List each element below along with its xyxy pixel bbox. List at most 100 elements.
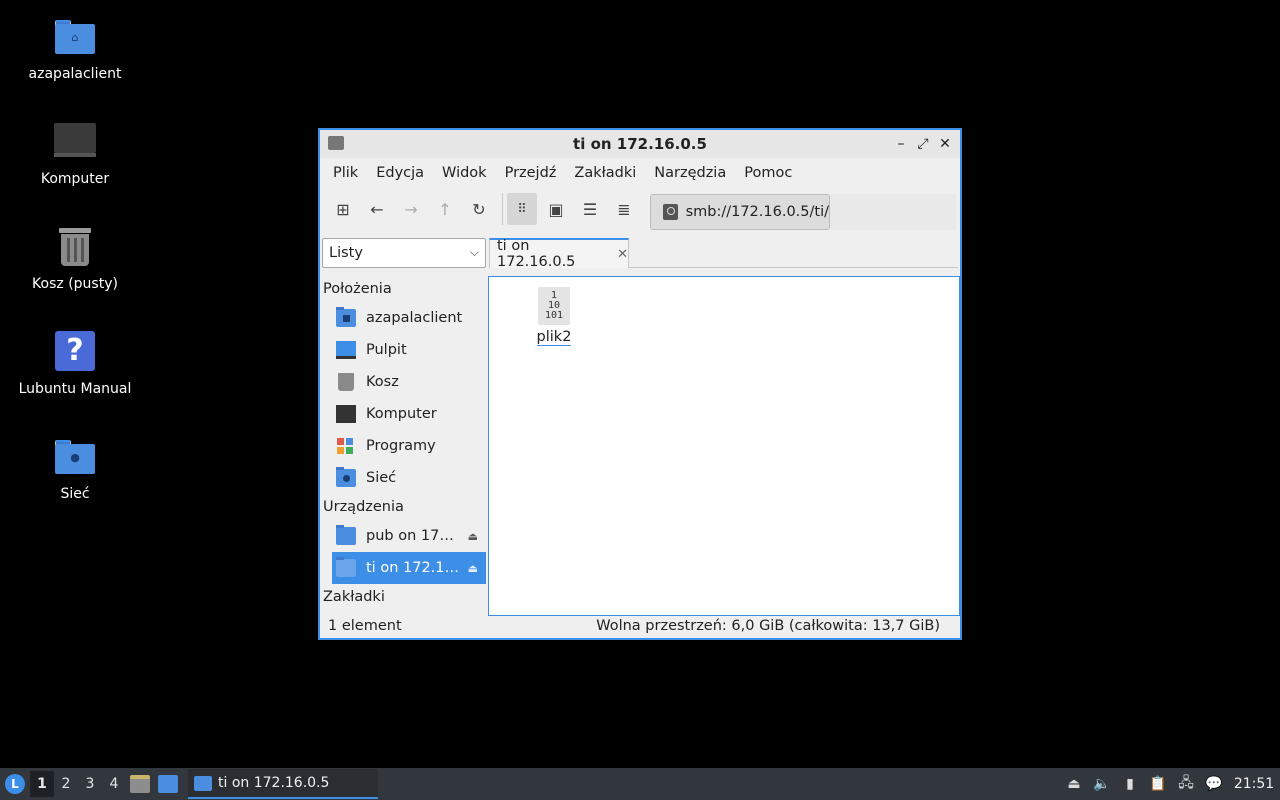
menu-bar: Plik Edycja Widok Przejdź Zakładki Narzę…: [320, 158, 960, 188]
desktop-icon-label: azapalaclient: [28, 66, 122, 82]
detail-view-icon[interactable]: ≣: [609, 193, 639, 225]
sidebar-item-applications[interactable]: Programy: [322, 430, 486, 462]
applications-icon: [336, 437, 356, 455]
tab-label: ti on 172.16.0.5: [497, 238, 576, 270]
menu-go[interactable]: Przejdź: [496, 165, 566, 181]
menu-bookmarks[interactable]: Zakładki: [565, 165, 645, 181]
desktop-icon-label: Lubuntu Manual: [18, 381, 132, 397]
taskbar: L 1 2 3 4 ti on 172.16.0.5 ⏏ 🔈 ▮ 📋 🖧 💬 2…: [0, 768, 1280, 800]
maximize-icon[interactable]: ⤢: [914, 134, 932, 154]
network-folder-icon: ●: [53, 436, 97, 480]
file-view[interactable]: 1 10 101 plik2: [488, 276, 960, 616]
clipboard-icon[interactable]: 📋: [1144, 770, 1172, 798]
sidebar-item-label: Komputer: [366, 406, 437, 422]
binary-file-icon: 1 10 101: [538, 287, 570, 325]
menu-tools[interactable]: Narzędzia: [645, 165, 735, 181]
notification-icon[interactable]: 💬: [1200, 770, 1228, 798]
network-share-icon: [663, 204, 678, 220]
show-desktop-launcher[interactable]: [154, 770, 182, 798]
menu-file[interactable]: Plik: [324, 165, 367, 181]
side-pane-mode-select[interactable]: Listy ⌵: [322, 238, 486, 268]
new-tab-icon[interactable]: ⊞: [328, 193, 358, 225]
desktop-icon-manual[interactable]: ? Lubuntu Manual: [0, 331, 150, 397]
desktop-icon-network[interactable]: ● Sieć: [0, 436, 150, 502]
computer-icon: [336, 405, 356, 423]
toolbar: ⊞ ← → ↑ ↻ ⠿ ▣ ☰ ≣ smb://172.16.0.5/ti/: [320, 188, 960, 230]
toolbar-separator: [502, 193, 503, 225]
sidebar-item-label: Pulpit: [366, 342, 407, 358]
reload-icon[interactable]: ↻: [464, 193, 494, 225]
menu-help[interactable]: Pomoc: [735, 165, 801, 181]
up-icon[interactable]: ↑: [430, 193, 460, 225]
desktop-icon-computer[interactable]: Komputer: [0, 121, 150, 187]
taskbar-window-label: ti on 172.16.0.5: [218, 775, 330, 791]
compact-view-icon[interactable]: ☰: [575, 193, 605, 225]
desktop-icon-home[interactable]: ⌂ azapalaclient: [0, 16, 150, 82]
file-manager-icon: [130, 775, 150, 793]
sidebar-item-label: azapalaclient: [366, 310, 463, 326]
network-share-icon: [336, 557, 356, 577]
close-icon[interactable]: ✕: [936, 134, 954, 154]
tab-divider: [629, 267, 958, 268]
eject-icon[interactable]: ⏏: [468, 562, 478, 575]
home-folder-icon: [336, 307, 356, 327]
status-bar: 1 element Wolna przestrzeń: 6,0 GiB (cał…: [320, 614, 960, 638]
forward-icon[interactable]: →: [396, 193, 426, 225]
sidebar-item-label: Kosz: [366, 374, 399, 390]
sidebar-item-desktop[interactable]: Pulpit: [322, 334, 486, 366]
sidebar-item-label: Programy: [366, 438, 436, 454]
lubuntu-logo-icon: L: [5, 774, 25, 794]
workspace-2[interactable]: 2: [54, 771, 78, 797]
menu-edit[interactable]: Edycja: [367, 165, 433, 181]
sidebar-item-label: Sieć: [366, 470, 397, 486]
desktop-icon-label: Sieć: [60, 486, 90, 502]
sidebar-item-device-pub[interactable]: pub on 17… ⏏: [322, 520, 486, 552]
file-manager-launcher[interactable]: [126, 770, 154, 798]
minimize-icon[interactable]: –: [892, 134, 910, 154]
network-folder-icon: [336, 467, 356, 487]
eject-icon[interactable]: ⏏: [468, 530, 478, 543]
sidebar-header-bookmarks: Zakładki: [323, 589, 385, 605]
system-tray: ⏏ 🔈 ▮ 📋 🖧 💬 21:51: [1060, 768, 1280, 800]
status-count: 1 element: [328, 618, 402, 634]
taskbar-window-button[interactable]: ti on 172.16.0.5: [188, 769, 378, 799]
sidebar-item-network[interactable]: Sieć: [322, 462, 486, 494]
title-bar[interactable]: ti on 172.16.0.5 – ⤢ ✕: [320, 130, 960, 158]
sidebar-item-home[interactable]: azapalaclient: [322, 302, 486, 334]
path-button[interactable]: smb://172.16.0.5/ti/: [650, 194, 830, 230]
clock[interactable]: 21:51: [1228, 776, 1280, 792]
sidebar-item-label: ti on 172.1…: [366, 560, 460, 576]
sidebar-item-device-ti[interactable]: ti on 172.1… ⏏: [332, 552, 486, 584]
sidebar-item-computer[interactable]: Komputer: [322, 398, 486, 430]
window-title: ti on 172.16.0.5: [573, 135, 707, 153]
show-desktop-icon: [158, 775, 178, 793]
computer-icon: [53, 121, 97, 165]
sidebar-item-trash[interactable]: Kosz: [322, 366, 486, 398]
home-folder-icon: ⌂: [53, 16, 97, 60]
icon-view-icon[interactable]: ⠿: [507, 193, 537, 225]
workspace-4[interactable]: 4: [102, 771, 126, 797]
start-menu-button[interactable]: L: [0, 768, 30, 800]
battery-icon[interactable]: ▮: [1116, 770, 1144, 798]
menu-view[interactable]: Widok: [433, 165, 496, 181]
sidebar: Położenia azapalaclient Pulpit Kosz Komp…: [322, 276, 488, 616]
thumbnail-view-icon[interactable]: ▣: [541, 193, 571, 225]
chevron-down-icon: ⌵: [469, 245, 479, 259]
folder-icon: [194, 775, 212, 791]
status-space: Wolna przestrzeń: 6,0 GiB (całkowita: 13…: [596, 618, 940, 634]
network-share-icon: [336, 525, 356, 545]
workspace-3[interactable]: 3: [78, 771, 102, 797]
tab-current[interactable]: ti on 172.16.0.5 ✕: [489, 238, 629, 270]
path-text: smb://172.16.0.5/ti/: [685, 204, 829, 220]
workspace-1[interactable]: 1: [30, 771, 54, 797]
desktop-icon-label: Komputer: [40, 171, 110, 187]
desktop-icon-trash[interactable]: Kosz (pusty): [0, 226, 150, 292]
eject-tray-icon[interactable]: ⏏: [1060, 770, 1088, 798]
network-icon[interactable]: 🖧: [1172, 770, 1200, 798]
sidebar-item-label: pub on 17…: [366, 528, 454, 544]
side-pane-mode-value: Listy: [329, 245, 363, 261]
back-icon[interactable]: ←: [362, 193, 392, 225]
file-item[interactable]: 1 10 101 plik2: [529, 287, 579, 346]
volume-icon[interactable]: 🔈: [1088, 770, 1116, 798]
tab-close-icon[interactable]: ✕: [617, 247, 628, 262]
